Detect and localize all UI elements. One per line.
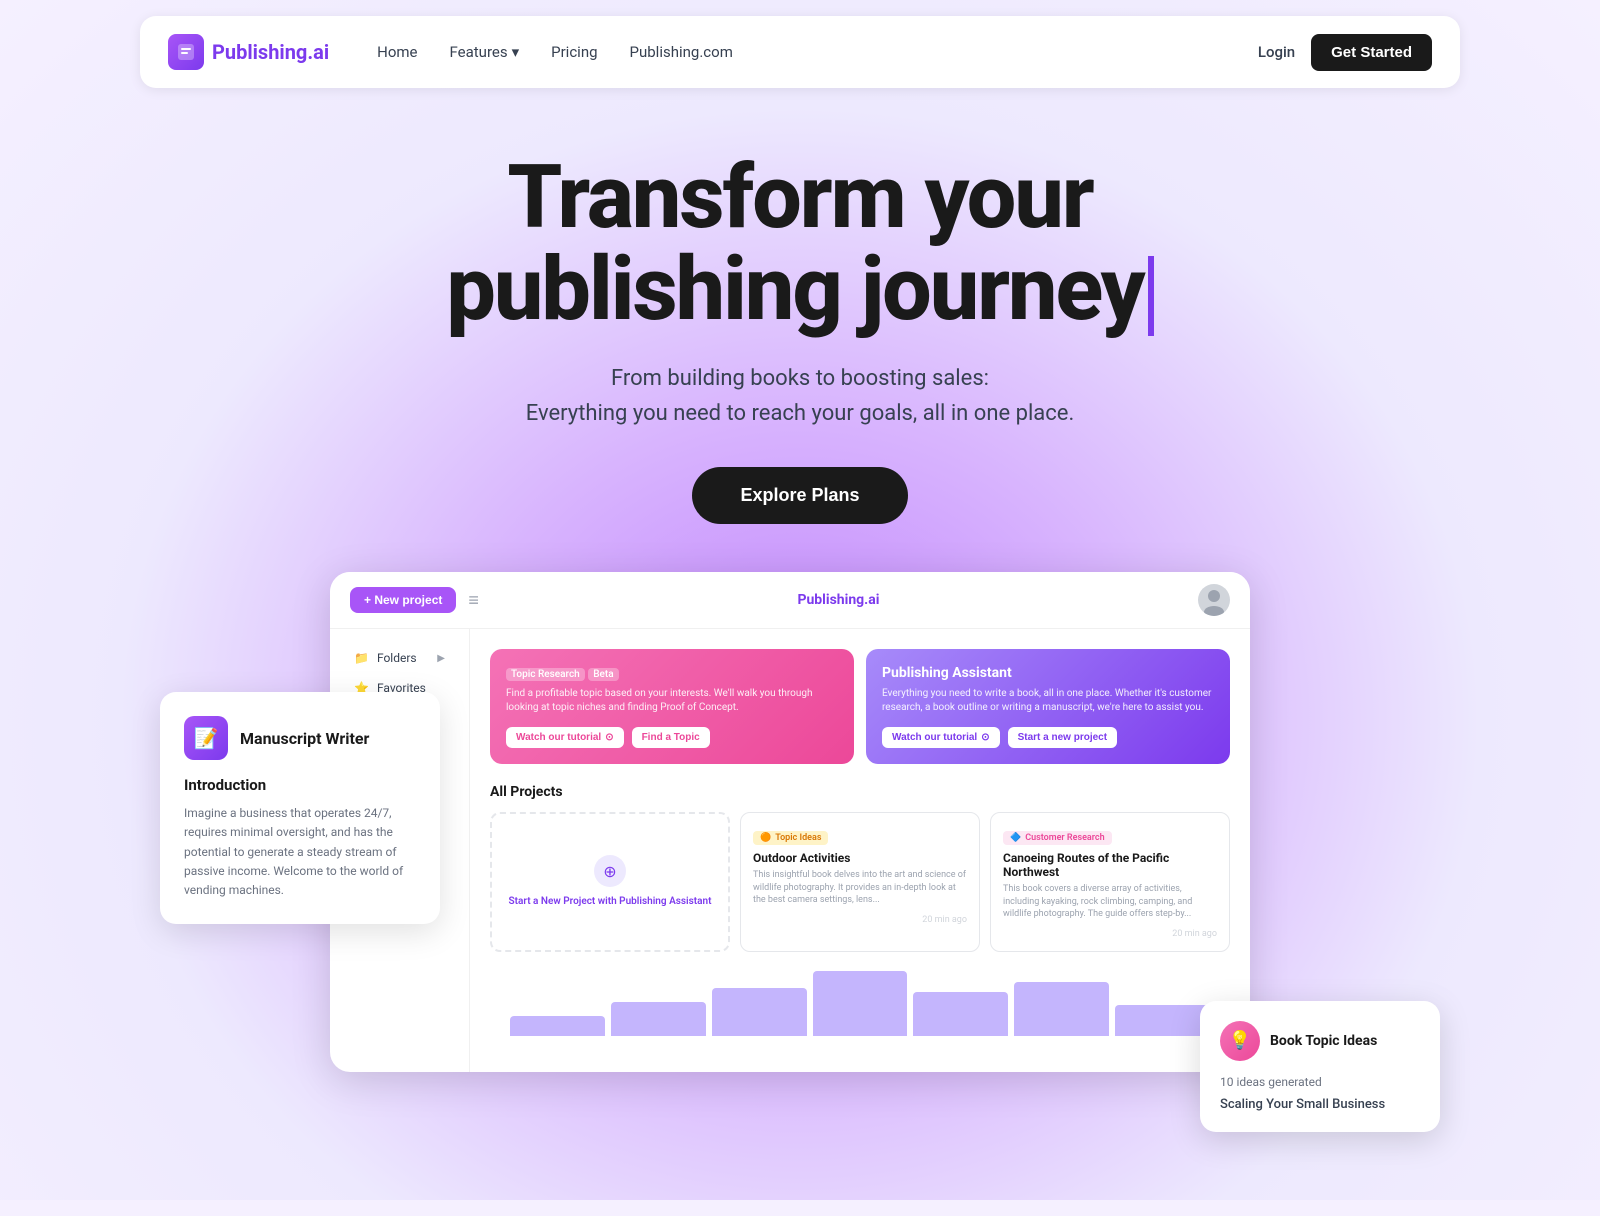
book-topic-item: Scaling Your Small Business [1220, 1097, 1420, 1112]
book-topic-card: 💡 Book Topic Ideas 10 ideas generated Sc… [1200, 1001, 1440, 1132]
app-content: 📁 Folders ▶ ⭐ Favorites 🗑 Trash [330, 629, 1250, 1072]
start-new-project-btn[interactable]: Start a new project [1008, 727, 1117, 748]
project-time-2: 20 min ago [1003, 929, 1217, 939]
manuscript-section: Introduction [184, 776, 416, 794]
hero-section: Transform your publishing journey From b… [0, 104, 1600, 524]
chart-bar-6 [1014, 982, 1109, 1036]
lightbulb-icon: 💡 [1220, 1021, 1260, 1061]
find-topic-btn[interactable]: Find a Topic [632, 727, 710, 748]
app-topbar: + New project ≡ Publishing.ai [330, 572, 1250, 629]
all-projects-title: All Projects [490, 784, 1230, 800]
user-avatar[interactable] [1198, 584, 1230, 616]
chart-bar-4 [813, 971, 908, 1036]
chart-bar-3 [712, 988, 807, 1036]
nav-actions: Login Get Started [1258, 34, 1432, 71]
project-card-canoeing[interactable]: 🔷Customer Research Canoeing Routes of th… [990, 812, 1230, 952]
explore-plans-button[interactable]: Explore Plans [692, 467, 907, 524]
text-cursor [1148, 256, 1154, 336]
new-project-card-text: Start a New Project with Publishing Assi… [509, 895, 712, 909]
app-window: + New project ≡ Publishing.ai 📁 Folders … [330, 572, 1250, 1072]
watch-tutorial-btn-1[interactable]: Watch our tutorial ⊙ [506, 727, 624, 748]
logo-icon [168, 34, 204, 70]
manuscript-card: 📝 Manuscript Writer Introduction Imagine… [160, 692, 440, 924]
nav-pricing[interactable]: Pricing [551, 43, 597, 61]
new-project-card[interactable]: ⊕ Start a New Project with Publishing As… [490, 812, 730, 952]
menu-icon[interactable]: ≡ [468, 590, 479, 611]
feature-cards: Topic Research Beta Find a profitable to… [490, 649, 1230, 764]
project-title-1: Outdoor Activities [753, 851, 967, 865]
nav-features[interactable]: Features ▾ [450, 43, 520, 61]
nav-publishing[interactable]: Publishing.com [630, 43, 733, 61]
chart-bar-7 [1115, 1005, 1210, 1036]
book-topic-header: 💡 Book Topic Ideas [1220, 1021, 1420, 1061]
publishing-assistant-actions: Watch our tutorial ⊙ Start a new project [882, 727, 1214, 748]
topic-research-actions: Watch our tutorial ⊙ Find a Topic [506, 727, 838, 748]
publishing-assistant-card: Publishing Assistant Everything you need… [866, 649, 1230, 764]
chart-bar-5 [913, 992, 1008, 1036]
manuscript-title: Manuscript Writer [240, 729, 369, 748]
watch-tutorial-btn-2[interactable]: Watch our tutorial ⊙ [882, 727, 1000, 748]
topic-research-desc: Find a profitable topic based on your in… [506, 687, 838, 715]
publishing-assistant-title: Publishing Assistant [882, 665, 1214, 681]
project-tag-1: 🟠Topic Ideas [753, 831, 828, 845]
project-time-1: 20 min ago [753, 915, 967, 925]
sidebar-item-folders[interactable]: 📁 Folders ▶ [346, 645, 453, 671]
project-title-2: Canoeing Routes of the Pacific Northwest [1003, 851, 1217, 879]
app-topbar-left: + New project ≡ [350, 587, 479, 613]
app-main: Topic Research Beta Find a profitable to… [470, 629, 1250, 1072]
hero-title: Transform your publishing journey [0, 152, 1600, 337]
topic-research-title: Topic Research Beta [506, 665, 838, 681]
chart-bar-2 [611, 1002, 706, 1036]
project-desc-2: This book covers a diverse array of acti… [1003, 883, 1217, 921]
nav-links: Home Features ▾ Pricing Publishing.com [377, 43, 1258, 61]
plus-circle-icon: ⊕ [594, 855, 626, 887]
app-preview: 📝 Manuscript Writer Introduction Imagine… [160, 572, 1440, 1072]
publishing-assistant-desc: Everything you need to write a book, all… [882, 687, 1214, 715]
navbar: Publishing.ai Home Features ▾ Pricing Pu… [140, 16, 1460, 88]
nav-home[interactable]: Home [377, 43, 417, 61]
manuscript-body: Imagine a business that operates 24/7, r… [184, 804, 416, 900]
manuscript-icon: 📝 [184, 716, 228, 760]
login-button[interactable]: Login [1258, 43, 1295, 61]
folder-icon: 📁 [354, 651, 369, 665]
topic-research-card: Topic Research Beta Find a profitable to… [490, 649, 854, 764]
project-desc-1: This insightful book delves into the art… [753, 869, 967, 907]
new-project-button[interactable]: + New project [350, 587, 456, 613]
logo-text: Publishing.ai [212, 40, 329, 64]
app-logo: Publishing.ai [797, 592, 879, 608]
project-tag-2: 🔷Customer Research [1003, 831, 1112, 845]
book-topic-title: Book Topic Ideas [1270, 1033, 1377, 1049]
get-started-button[interactable]: Get Started [1311, 34, 1432, 71]
project-grid: ⊕ Start a New Project with Publishing As… [490, 812, 1230, 952]
project-card-outdoor[interactable]: 🟠Topic Ideas Outdoor Activities This ins… [740, 812, 980, 952]
book-topic-count: 10 ideas generated [1220, 1075, 1420, 1089]
hero-subtitle: From building books to boosting sales: E… [0, 361, 1600, 431]
logo[interactable]: Publishing.ai [168, 34, 329, 70]
chart-bar-1 [510, 1016, 605, 1036]
chart-area [490, 952, 1230, 1052]
chevron-down-icon: ▾ [512, 43, 520, 61]
manuscript-header: 📝 Manuscript Writer [184, 716, 416, 760]
